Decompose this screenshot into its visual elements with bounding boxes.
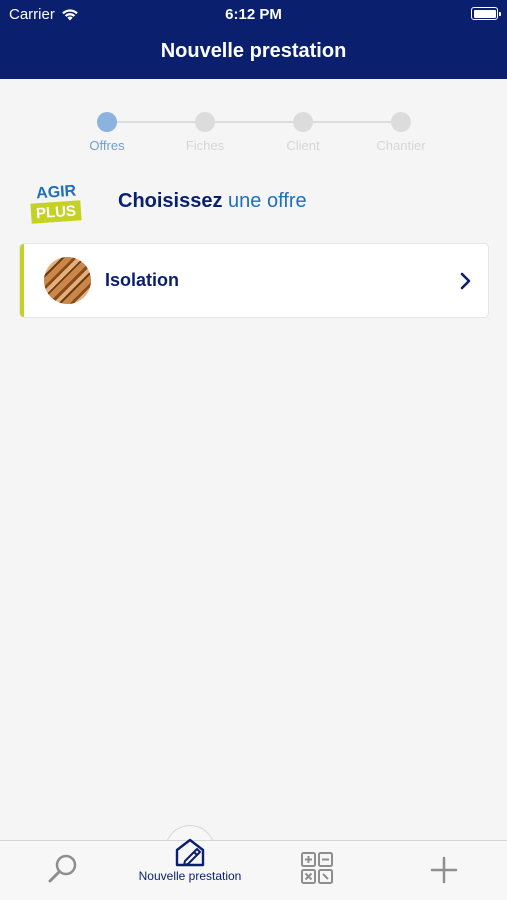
tab-nouvelle-prestation[interactable]: Nouvelle prestation <box>127 838 253 900</box>
tab-calculator[interactable] <box>254 841 380 900</box>
logo-line1: AGIR <box>36 183 78 203</box>
offer-label: Isolation <box>105 270 180 290</box>
tab-add[interactable] <box>381 841 507 900</box>
search-icon <box>48 854 77 883</box>
heading-prefix: Choisissez <box>118 190 223 212</box>
heading-accent: une offre <box>228 190 307 212</box>
step-label: Client <box>286 138 320 153</box>
status-time: 6:12 PM <box>225 6 282 23</box>
tab-bar: Nouvelle prestation <box>0 838 507 900</box>
logo-line2: PLUS <box>35 203 76 223</box>
calculator-icon <box>301 852 333 884</box>
offer-thumbnail <box>44 257 91 304</box>
navigation-bar: Carrier 6:12 PM Nouvelle prestation <box>0 0 507 79</box>
agir-plus-logo: AGIR PLUS <box>30 183 82 224</box>
step-chantier[interactable]: Chantier <box>361 110 441 153</box>
step-client[interactable]: Client <box>263 110 343 153</box>
plus-icon <box>430 856 458 884</box>
page-title: Nouvelle prestation <box>160 40 347 62</box>
step-label: Offres <box>89 138 125 153</box>
step-fiches[interactable]: Fiches <box>165 110 245 153</box>
step-dot <box>195 112 215 132</box>
progress-stepper: Offres Fiches Client Chantier <box>70 110 440 160</box>
step-dot <box>391 112 411 132</box>
step-label: Fiches <box>185 138 225 153</box>
step-offres[interactable]: Offres <box>67 110 147 153</box>
chevron-right-icon <box>450 266 480 296</box>
status-bar: Carrier 6:12 PM <box>0 0 507 28</box>
offer-item-isolation[interactable]: Isolation <box>20 244 488 317</box>
new-service-icon <box>175 838 205 867</box>
tab-search[interactable] <box>0 841 126 900</box>
step-dot <box>97 112 117 132</box>
battery-icon <box>471 7 501 20</box>
tab-label: Nouvelle prestation <box>138 869 242 883</box>
step-label: Chantier <box>376 138 426 153</box>
section-heading: Choisissez une offre <box>118 190 307 213</box>
step-dot <box>293 112 313 132</box>
